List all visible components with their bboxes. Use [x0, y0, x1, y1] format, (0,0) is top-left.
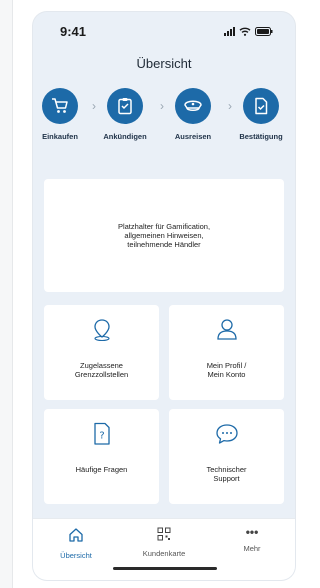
clipboard-icon — [107, 88, 143, 124]
svg-text:?: ? — [99, 431, 104, 442]
chat-bubble-icon — [169, 421, 284, 447]
question-document-icon: ? — [44, 421, 159, 447]
step-label: Bestätigung — [239, 132, 283, 141]
card-faq[interactable]: ? Häufige Fragen — [44, 409, 159, 504]
home-icon — [69, 528, 83, 542]
document-check-icon — [243, 88, 279, 124]
status-bar: 9:41 — [33, 22, 295, 40]
step-ausreisen[interactable]: Ausreisen — [163, 88, 223, 141]
tab-uebersicht[interactable]: Übersicht — [41, 527, 111, 560]
tab-label: Übersicht — [60, 551, 92, 560]
home-indicator — [113, 567, 217, 570]
user-icon — [169, 317, 284, 343]
tab-mehr[interactable]: ••• Mehr — [217, 525, 287, 553]
step-label: Ausreisen — [174, 132, 212, 141]
status-time: 9:41 — [60, 24, 87, 39]
location-pin-icon — [44, 317, 159, 343]
card-label: Zugelassene Grenzzollstellen — [74, 361, 129, 379]
phone-screen: 9:41 Übersicht Einkaufen › Ankündigen › … — [33, 12, 295, 580]
tab-label: Mehr — [243, 544, 261, 553]
step-label: Einkaufen — [42, 132, 78, 141]
step-ankuendigen[interactable]: Ankündigen — [95, 88, 155, 141]
step-einkaufen[interactable]: Einkaufen — [33, 88, 90, 141]
card-label: Technischer Support — [206, 465, 247, 483]
signal-icon — [224, 27, 235, 36]
shopping-cart-icon — [42, 88, 78, 124]
tab-kundenkarte[interactable]: Kundenkarte — [129, 527, 199, 558]
tab-bar: Übersicht Kundenkarte ••• Mehr — [33, 518, 295, 580]
qr-code-icon — [157, 527, 171, 541]
left-edge-panel — [0, 0, 13, 588]
page-title: Übersicht — [136, 56, 192, 71]
placeholder-text: Platzhalter für Gamification, allgemeine… — [117, 222, 211, 249]
progress-steps: Einkaufen › Ankündigen › Ausreisen › Bes… — [33, 88, 295, 158]
card-profile[interactable]: Mein Profil / Mein Konto — [169, 305, 284, 400]
step-label: Ankündigen — [103, 132, 147, 141]
card-customs-offices[interactable]: Zugelassene Grenzzollstellen — [44, 305, 159, 400]
card-support[interactable]: Technischer Support — [169, 409, 284, 504]
tab-label: Kundenkarte — [142, 549, 186, 558]
battery-icon — [255, 27, 273, 36]
officer-cap-icon — [175, 88, 211, 124]
gamification-placeholder: Platzhalter für Gamification, allgemeine… — [44, 179, 284, 292]
step-bestaetigung[interactable]: Bestätigung — [231, 88, 291, 141]
card-label: Häufige Fragen — [75, 465, 128, 474]
wifi-icon — [239, 27, 251, 36]
status-icons — [224, 27, 273, 36]
card-label: Mein Profil / Mein Konto — [206, 361, 247, 379]
more-icon: ••• — [245, 525, 259, 539]
